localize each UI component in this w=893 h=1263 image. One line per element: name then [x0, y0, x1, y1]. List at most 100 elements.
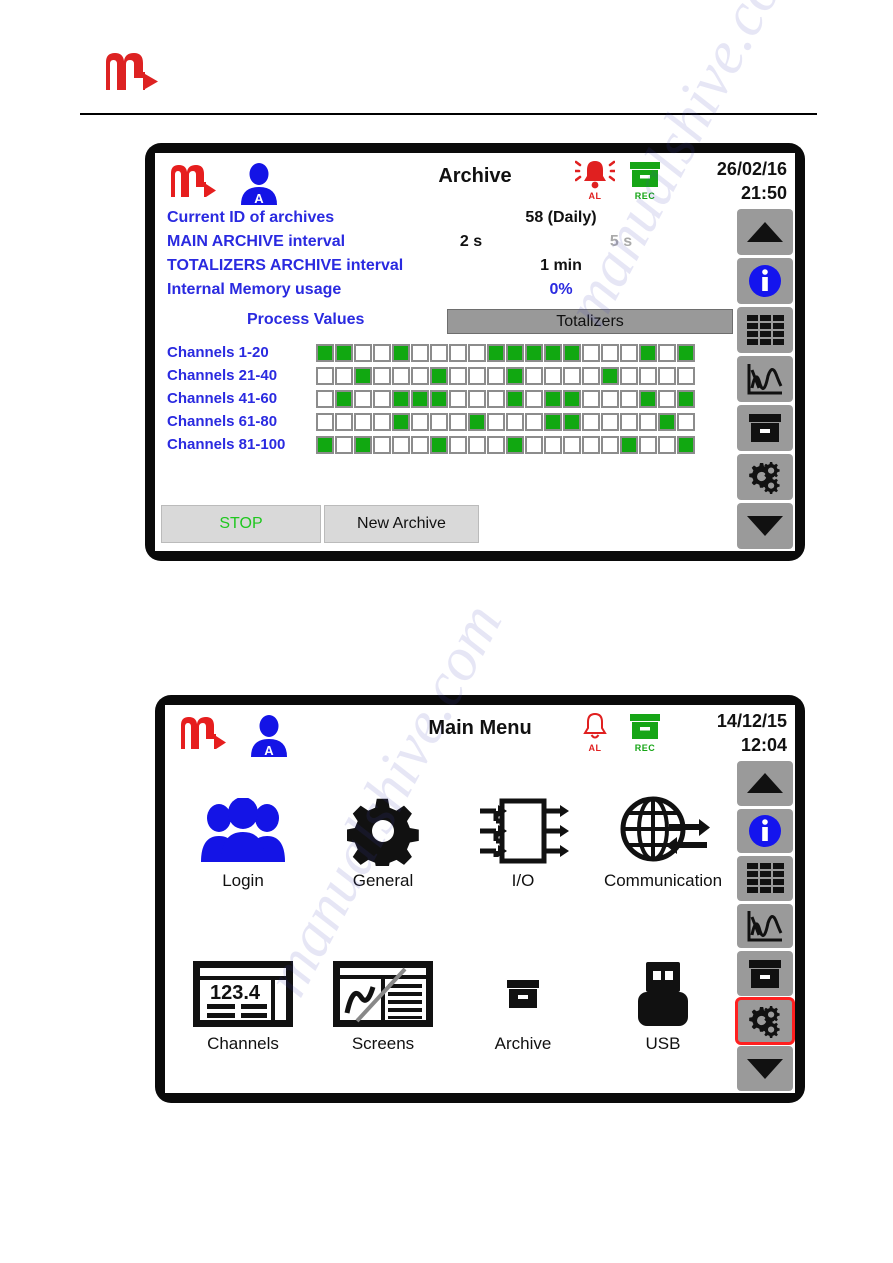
scroll-down-button[interactable]: [737, 503, 793, 549]
channel-cell[interactable]: [563, 412, 581, 431]
channel-cell[interactable]: [563, 389, 581, 408]
channel-cell[interactable]: [487, 366, 505, 385]
channel-cell[interactable]: [411, 343, 429, 362]
channel-cell[interactable]: [639, 343, 657, 362]
channel-cell[interactable]: [620, 412, 638, 431]
channel-cell[interactable]: [620, 343, 638, 362]
channel-cell[interactable]: [658, 412, 676, 431]
channel-cell[interactable]: [316, 435, 334, 454]
channel-cell[interactable]: [620, 366, 638, 385]
channel-cell[interactable]: [392, 435, 410, 454]
menu-item-screens[interactable]: Screens: [313, 958, 453, 1054]
channel-cell[interactable]: [620, 435, 638, 454]
menu-item-communication[interactable]: Communication: [593, 795, 733, 891]
info-button[interactable]: [737, 808, 793, 854]
archive-button[interactable]: [737, 951, 793, 996]
channel-cell[interactable]: [468, 389, 486, 408]
channel-cell[interactable]: [335, 389, 353, 408]
channel-cell[interactable]: [449, 343, 467, 362]
channel-cell[interactable]: [582, 343, 600, 362]
channel-cell[interactable]: [639, 435, 657, 454]
channel-cell[interactable]: [430, 412, 448, 431]
channel-cell[interactable]: [373, 435, 391, 454]
channel-cell[interactable]: [392, 366, 410, 385]
channel-cell[interactable]: [677, 343, 695, 362]
channel-cell[interactable]: [677, 389, 695, 408]
channel-cell[interactable]: [354, 343, 372, 362]
stop-button[interactable]: STOP: [161, 505, 321, 543]
channel-cell[interactable]: [658, 366, 676, 385]
channel-cell[interactable]: [582, 366, 600, 385]
channel-cell[interactable]: [525, 435, 543, 454]
menu-item-channels[interactable]: 123.4 Channels: [173, 958, 313, 1054]
channel-cell[interactable]: [658, 389, 676, 408]
channel-cell[interactable]: [506, 366, 524, 385]
channel-cell[interactable]: [449, 366, 467, 385]
menu-item-archive[interactable]: Archive: [453, 958, 593, 1054]
channel-cell[interactable]: [487, 389, 505, 408]
channel-cell[interactable]: [563, 435, 581, 454]
channel-cell[interactable]: [658, 435, 676, 454]
channel-cell[interactable]: [373, 389, 391, 408]
tab-totalizers[interactable]: Totalizers: [447, 309, 733, 334]
channel-cell[interactable]: [582, 412, 600, 431]
channel-cell[interactable]: [392, 389, 410, 408]
channel-cell[interactable]: [506, 412, 524, 431]
channel-cell[interactable]: [430, 366, 448, 385]
channel-cell[interactable]: [544, 389, 562, 408]
channel-cell[interactable]: [525, 412, 543, 431]
channel-cell[interactable]: [316, 412, 334, 431]
channel-cell[interactable]: [335, 343, 353, 362]
channel-cell[interactable]: [639, 412, 657, 431]
menu-item-general[interactable]: General: [313, 795, 453, 891]
table-view-button[interactable]: [737, 856, 793, 901]
channel-cell[interactable]: [525, 366, 543, 385]
scroll-up-button[interactable]: [737, 209, 793, 255]
channel-cell[interactable]: [582, 389, 600, 408]
channel-cell[interactable]: [582, 435, 600, 454]
channel-cell[interactable]: [335, 412, 353, 431]
menu-item-i-o[interactable]: I/O: [453, 795, 593, 891]
channel-cell[interactable]: [411, 366, 429, 385]
channel-cell[interactable]: [411, 389, 429, 408]
channel-cell[interactable]: [430, 435, 448, 454]
channel-cell[interactable]: [373, 412, 391, 431]
info-button[interactable]: [737, 258, 793, 304]
channel-cell[interactable]: [430, 389, 448, 408]
channel-cell[interactable]: [620, 389, 638, 408]
channel-cell[interactable]: [411, 412, 429, 431]
channel-cell[interactable]: [354, 389, 372, 408]
channel-cell[interactable]: [506, 389, 524, 408]
channel-cell[interactable]: [411, 435, 429, 454]
channel-cell[interactable]: [354, 435, 372, 454]
scroll-down-button[interactable]: [737, 1046, 793, 1092]
channel-cell[interactable]: [544, 366, 562, 385]
channel-cell[interactable]: [449, 389, 467, 408]
menu-item-login[interactable]: Login: [173, 795, 313, 891]
channel-cell[interactable]: [468, 343, 486, 362]
channel-cell[interactable]: [506, 435, 524, 454]
table-view-button[interactable]: [737, 307, 793, 353]
channel-cell[interactable]: [544, 435, 562, 454]
channel-cell[interactable]: [525, 389, 543, 408]
channel-cell[interactable]: [506, 343, 524, 362]
channel-cell[interactable]: [468, 435, 486, 454]
channel-cell[interactable]: [373, 366, 391, 385]
channel-cell[interactable]: [392, 343, 410, 362]
new-archive-button[interactable]: New Archive: [324, 505, 479, 543]
channel-cell[interactable]: [487, 435, 505, 454]
channel-cell[interactable]: [544, 412, 562, 431]
channel-cell[interactable]: [677, 412, 695, 431]
channel-cell[interactable]: [563, 343, 581, 362]
settings-button[interactable]: [735, 996, 795, 1046]
channel-cell[interactable]: [392, 412, 410, 431]
channel-cell[interactable]: [601, 435, 619, 454]
chart-view-button[interactable]: [737, 903, 793, 949]
channel-cell[interactable]: [335, 366, 353, 385]
channel-cell[interactable]: [430, 343, 448, 362]
channel-cell[interactable]: [449, 412, 467, 431]
channel-cell[interactable]: [544, 343, 562, 362]
channel-cell[interactable]: [525, 343, 543, 362]
channel-cell[interactable]: [487, 343, 505, 362]
channel-cell[interactable]: [468, 366, 486, 385]
